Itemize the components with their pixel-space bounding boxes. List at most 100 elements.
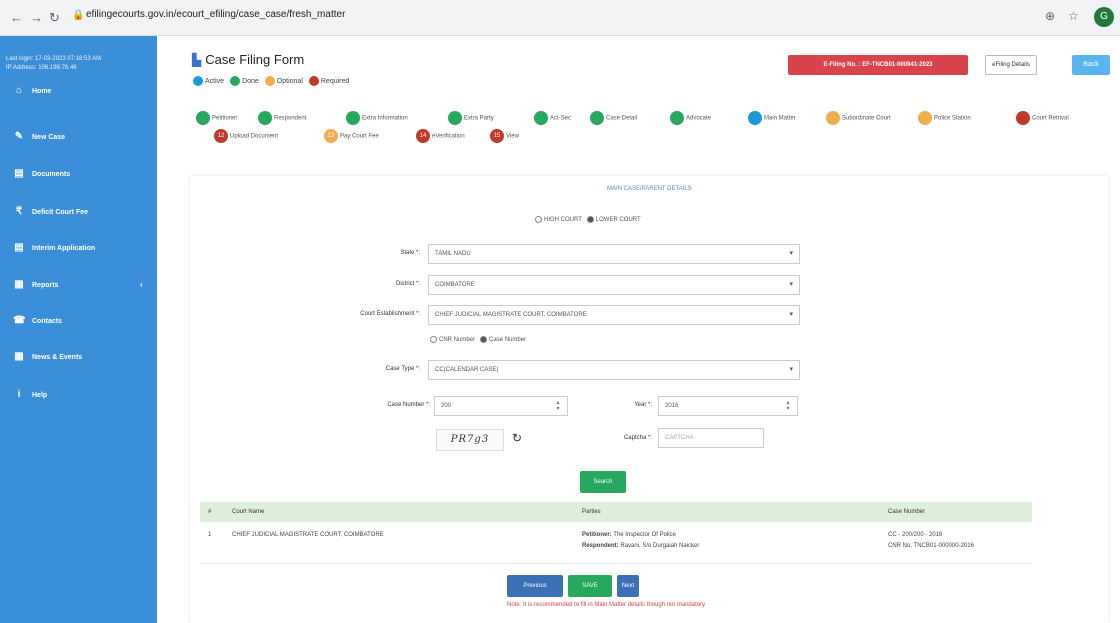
home-icon: ⌂ bbox=[15, 85, 23, 96]
reload-icon[interactable]: ↻ bbox=[49, 10, 60, 26]
next-button[interactable]: Next bbox=[617, 575, 639, 597]
district-value: COIMBATORE bbox=[435, 282, 475, 288]
efiling-details-button[interactable]: eFiling Details bbox=[985, 55, 1037, 75]
legend-item-active: Active bbox=[193, 76, 224, 86]
case-number-input[interactable]: 200 ▴ ▾ bbox=[434, 396, 568, 416]
search-button[interactable]: Search bbox=[580, 471, 626, 493]
zoom-icon[interactable]: ⊕ bbox=[1045, 9, 1055, 23]
row-num: 1 bbox=[208, 532, 212, 538]
status-legend: Active Done Optional Required bbox=[193, 76, 355, 86]
year-value: 2016 bbox=[665, 403, 679, 409]
back-arrow-icon[interactable]: ← bbox=[10, 10, 23, 25]
chevron-left-icon: ‹ bbox=[140, 280, 143, 289]
news-icon: ▦ bbox=[14, 351, 24, 362]
profile-avatar[interactable]: G bbox=[1094, 7, 1114, 27]
step-status-icon: 12 bbox=[214, 129, 228, 143]
sidebar-item-contacts[interactable]: ☎ Contacts bbox=[0, 309, 157, 335]
step-upload-document[interactable]: 12 Upload Document bbox=[214, 129, 278, 143]
step-status-icon bbox=[196, 111, 210, 125]
browser-toolbar: ← → ↻ 🔒 efilingecourts.gov.in/ecourt_efi… bbox=[0, 0, 1120, 36]
step-subordinate-court[interactable]: Subordinate Court bbox=[826, 111, 891, 125]
step-respondent[interactable]: Respondent bbox=[258, 111, 306, 125]
lock-icon: 🔒 bbox=[72, 10, 85, 21]
number-spinner-icon[interactable]: ▴ ▾ bbox=[553, 400, 563, 412]
year-input[interactable]: 2016 ▴ ▾ bbox=[658, 396, 798, 416]
sidebar-item-new-case[interactable]: ✎ New Case bbox=[0, 125, 157, 151]
chevron-down-icon: ▾ bbox=[789, 311, 793, 318]
high-court-radio[interactable] bbox=[535, 216, 542, 223]
bookmark-star-icon[interactable]: ☆ bbox=[1068, 9, 1079, 23]
refresh-captcha-icon[interactable]: ↻ bbox=[512, 431, 522, 445]
step-everification[interactable]: 14 eVerification bbox=[416, 129, 465, 143]
sidebar-item-label: Reports bbox=[32, 282, 59, 289]
step-view[interactable]: 15 View bbox=[490, 129, 519, 143]
step-extra-party[interactable]: Extra Party bbox=[448, 111, 494, 125]
step-label: eVerification bbox=[432, 133, 465, 140]
save-button[interactable]: SAVE bbox=[568, 575, 612, 597]
step-case-detail[interactable]: Case Detail bbox=[590, 111, 637, 125]
petitioner-label: Petitioner: bbox=[582, 532, 612, 538]
step-label: Court Retrival bbox=[1032, 115, 1069, 122]
sidebar-item-label: Documents bbox=[32, 171, 71, 178]
chevron-down-icon: ▾ bbox=[789, 250, 793, 257]
step-status-icon bbox=[1016, 111, 1030, 125]
lower-court-radio[interactable] bbox=[586, 216, 594, 223]
last-login-text: Last login: 17-03-2023 07:18:53 AM bbox=[6, 56, 102, 62]
state-value: TAMIL NADU bbox=[435, 251, 471, 257]
address-bar[interactable]: efilingecourts.gov.in/ecourt_efiling/cas… bbox=[86, 9, 345, 20]
back-button[interactable]: Back bbox=[1072, 55, 1110, 75]
legend-item-optional: Optional bbox=[264, 76, 303, 86]
step-main-matter[interactable]: Main Matter bbox=[748, 111, 796, 125]
forward-arrow-icon[interactable]: → bbox=[30, 10, 43, 25]
state-select[interactable]: TAMIL NADU ▾ bbox=[428, 244, 800, 264]
number-spinner-icon[interactable]: ▴ ▾ bbox=[783, 400, 793, 412]
case-type-label: Case Type *: bbox=[385, 366, 420, 372]
case-number-radio[interactable] bbox=[480, 336, 488, 343]
case-type-select[interactable]: CC(CALENDAR CASE) ▾ bbox=[428, 360, 800, 380]
step-status-icon bbox=[826, 111, 840, 125]
establishment-select[interactable]: CHIEF JUDICIAL MAGISTRATE COURT, COIMBAT… bbox=[428, 305, 800, 325]
step-advocate[interactable]: Advocate bbox=[670, 111, 711, 125]
year-label: Year *: bbox=[634, 402, 652, 408]
sidebar-item-help[interactable]: i Help bbox=[0, 383, 157, 409]
step-act-sec[interactable]: Act-Sec bbox=[534, 111, 571, 125]
efiling-number-badge: E-Filing No. : EF-TNCB01-000941-2023 bbox=[788, 55, 968, 75]
sidebar-item-deficit-court-fee[interactable]: ₹ Deficit Court Fee bbox=[0, 200, 157, 226]
legend-label: Optional bbox=[276, 77, 303, 85]
captcha-label: Captcha *: bbox=[623, 435, 652, 441]
lower-court-label: LOWER COURT bbox=[595, 217, 641, 224]
captcha-placeholder: CAPTCHA bbox=[665, 435, 694, 441]
captcha-input[interactable]: CAPTCHA bbox=[658, 428, 764, 448]
sidebar-item-label: Interim Application bbox=[32, 245, 96, 252]
petitioner-value: The Inspector Of Police bbox=[613, 532, 676, 538]
sidebar-item-documents[interactable]: ▤ Documents bbox=[0, 162, 157, 188]
header-court-name: Court Name bbox=[232, 509, 265, 515]
step-court-retrival[interactable]: Court Retrival bbox=[1016, 111, 1069, 125]
cnr-number-radio[interactable] bbox=[430, 336, 437, 343]
step-police-station[interactable]: Police Station bbox=[918, 111, 971, 125]
table-row[interactable]: 1 CHIEF JUDICIAL MAGISTRATE COURT, COIMB… bbox=[200, 522, 1032, 564]
sidebar-item-news-events[interactable]: ▦ News & Events bbox=[0, 345, 157, 371]
case-number-value: 200 bbox=[441, 403, 452, 409]
table-header: # Court Name Parties Case Number bbox=[200, 502, 1032, 522]
step-status-icon bbox=[670, 111, 684, 125]
documents-icon: ▤ bbox=[14, 168, 24, 179]
cnr-number-label: CNR Number bbox=[439, 337, 476, 344]
step-status-icon: 13 bbox=[324, 129, 338, 143]
step-label: Extra Information bbox=[362, 115, 408, 122]
sidebar-item-label: Home bbox=[32, 88, 52, 95]
step-status-icon bbox=[748, 111, 762, 125]
sidebar-item-interim-application[interactable]: ▤ Interim Application bbox=[0, 236, 157, 262]
row-cnr: CNR No. TNCB01-000000-2016 bbox=[888, 543, 974, 549]
district-select[interactable]: COIMBATORE ▾ bbox=[428, 275, 800, 295]
respondent-value: Ravani, S/o Durgaiah Naicker bbox=[620, 543, 700, 549]
step-status-icon: 15 bbox=[490, 129, 504, 143]
step-extra-information[interactable]: Extra Information bbox=[346, 111, 408, 125]
captcha-image: PR7g3 bbox=[436, 429, 504, 451]
step-label: Petitioner bbox=[212, 115, 238, 122]
step-petitioner[interactable]: Petitioner bbox=[196, 111, 237, 125]
sidebar-item-reports[interactable]: ▦ Reports ‹ bbox=[0, 273, 157, 299]
sidebar-item-home[interactable]: ⌂ Home bbox=[0, 79, 157, 105]
step-pay-court-fee[interactable]: 13 Pay Court Fee bbox=[324, 129, 379, 143]
previous-button[interactable]: Previous bbox=[507, 575, 563, 597]
